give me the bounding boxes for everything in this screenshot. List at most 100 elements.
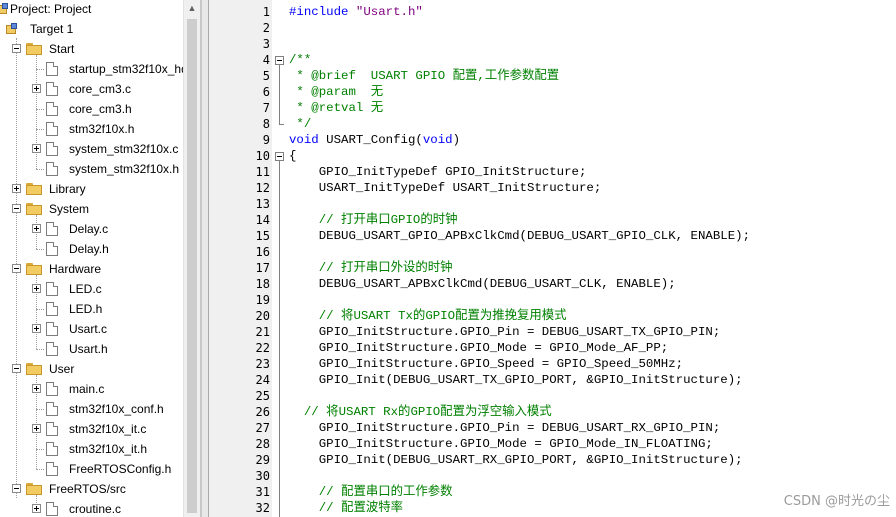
code-line[interactable]: * @brief USART GPIO 配置,工作参数配置 <box>289 68 559 84</box>
code-line[interactable]: DEBUG_USART_GPIO_APBxClkCmd(DEBUG_USART_… <box>289 228 750 244</box>
code-line[interactable]: USART_InitTypeDef USART_InitStructure; <box>289 180 602 196</box>
tree-item-user[interactable]: User <box>0 359 183 379</box>
line-number: 11 <box>255 165 270 179</box>
tree-item-label: system_stm32f10x.h <box>69 162 180 176</box>
expand-plus-icon[interactable] <box>32 284 41 293</box>
line-number: 30 <box>255 469 270 483</box>
code-line[interactable]: // 将USART Tx的GPIO配置为推挽复用模式 <box>289 308 567 324</box>
code-line[interactable]: GPIO_Init(DEBUG_USART_TX_GPIO_PORT, &GPI… <box>289 372 743 388</box>
code-line[interactable]: * @retval 无 <box>289 100 383 116</box>
code-line[interactable]: { <box>289 148 296 164</box>
tree-item-delay-h[interactable]: Delay.h <box>0 239 183 259</box>
tree-connector <box>36 169 44 170</box>
code-line[interactable]: GPIO_InitTypeDef GPIO_InitStructure; <box>289 164 587 180</box>
expand-plus-icon[interactable] <box>32 144 41 153</box>
code-line[interactable]: */ <box>289 116 311 132</box>
file-icon <box>46 222 58 236</box>
scroll-up-icon[interactable]: ▲ <box>184 0 200 17</box>
code-line[interactable]: // 打开串口GPIO的时钟 <box>289 212 458 228</box>
file-icon <box>46 322 58 336</box>
file-icon <box>46 342 58 356</box>
tree-item-led-h[interactable]: LED.h <box>0 299 183 319</box>
file-icon <box>46 282 58 296</box>
expand-plus-icon[interactable] <box>32 384 41 393</box>
tree-vertical-scrollbar[interactable]: ▲ <box>183 0 200 517</box>
code-line[interactable]: DEBUG_USART_APBxClkCmd(DEBUG_USART_CLK, … <box>289 276 676 292</box>
expand-plus-icon[interactable] <box>32 424 41 433</box>
tree-item-label: Usart.c <box>69 322 108 336</box>
code-line[interactable]: GPIO_InitStructure.GPIO_Mode = GPIO_Mode… <box>289 340 668 356</box>
watermark: CSDN @时光の尘 <box>783 494 890 509</box>
code-line[interactable]: GPIO_Init(DEBUG_USART_RX_GPIO_PORT, &GPI… <box>289 452 743 468</box>
line-number-gutter: 1 2 3 4 5 6 7 8 9 10 11 12 13 14 15 16 17 18 19 20 21 22 23 24 2… <box>209 0 272 517</box>
tree-item-library[interactable]: Library <box>0 179 183 199</box>
file-icon <box>46 442 58 456</box>
code-line[interactable]: GPIO_InitStructure.GPIO_Pin = DEBUG_USAR… <box>289 420 721 436</box>
line-number: 1 <box>262 5 270 19</box>
code-line[interactable]: // 将USART Rx的GPIO配置为浮空输入模式 <box>289 404 552 420</box>
code-line[interactable]: /** <box>289 52 311 68</box>
tree-item-stm32f10x-h[interactable]: stm32f10x.h <box>0 119 183 139</box>
tree-item-stm32f10x-it-c[interactable]: stm32f10x_it.c <box>0 419 183 439</box>
folder-icon <box>26 183 42 195</box>
collapse-minus-icon[interactable] <box>12 364 21 373</box>
code-line[interactable]: void USART_Config(void) <box>289 132 460 148</box>
code-line[interactable]: // 配置波特率 <box>289 500 403 516</box>
tree-item-main-c[interactable]: main.c <box>0 379 183 399</box>
fold-toggle-icon[interactable] <box>275 56 284 65</box>
collapse-minus-icon[interactable] <box>12 204 21 213</box>
expand-plus-icon[interactable] <box>12 184 21 193</box>
expand-plus-icon[interactable] <box>32 504 41 513</box>
tree-item-label: main.c <box>69 382 105 396</box>
line-number: 4 <box>262 53 270 67</box>
code-editor[interactable]: 1 2 3 4 5 6 7 8 9 10 11 12 13 14 15 16 17 18 19 20 21 22 23 24 2… <box>209 0 896 517</box>
line-number: 20 <box>255 309 270 323</box>
line-number: 25 <box>255 389 270 403</box>
code-line[interactable]: // 打开串口外设的时钟 <box>289 260 453 276</box>
code-line[interactable]: GPIO_InitStructure.GPIO_Speed = GPIO_Spe… <box>289 356 683 372</box>
file-icon <box>46 402 58 416</box>
tree-item-croutine-c[interactable]: croutine.c <box>0 499 183 517</box>
panel-splitter[interactable] <box>201 0 209 517</box>
line-number: 18 <box>255 277 270 291</box>
tree-item-freertos-src[interactable]: FreeRTOS/src <box>0 479 183 499</box>
code-line[interactable]: // 配置串口的工作参数 <box>289 484 453 500</box>
expand-plus-icon[interactable] <box>32 324 41 333</box>
project-panel: Project: Project Target 1 Start startup_st… <box>0 0 201 517</box>
tree-item-system-stm32f10x-c[interactable]: system_stm32f10x.c <box>0 139 183 159</box>
tree-connector <box>36 309 44 310</box>
tree-item-stm32f10x-it-h[interactable]: stm32f10x_it.h <box>0 439 183 459</box>
tree-item-stm32f10x-conf-h[interactable]: stm32f10x_conf.h <box>0 399 183 419</box>
expand-plus-icon[interactable] <box>32 224 41 233</box>
line-number: 31 <box>255 485 270 499</box>
expand-plus-icon[interactable] <box>32 84 41 93</box>
tree-item-delay-c[interactable]: Delay.c <box>0 219 183 239</box>
code-line[interactable]: GPIO_InitStructure.GPIO_Pin = DEBUG_USAR… <box>289 324 721 340</box>
tree-item-usart-h[interactable]: Usart.h <box>0 339 183 359</box>
collapse-minus-icon[interactable] <box>12 264 21 273</box>
tree-item-start[interactable]: Start <box>0 39 183 59</box>
tree-item-target-1[interactable]: Target 1 <box>0 19 183 39</box>
code-line[interactable]: GPIO_InitStructure.GPIO_Mode = GPIO_Mode… <box>289 436 713 452</box>
tree-item-core-cm3-c[interactable]: core_cm3.c <box>0 79 183 99</box>
tree-item-label: croutine.c <box>69 502 122 516</box>
tree-item-system-stm32f10x-h[interactable]: system_stm32f10x.h <box>0 159 183 179</box>
scrollbar-thumb[interactable] <box>187 19 197 513</box>
tree-item-led-c[interactable]: LED.c <box>0 279 183 299</box>
code-line[interactable]: #include "Usart.h" <box>289 4 423 20</box>
tree-connector <box>36 409 44 410</box>
folder-icon <box>26 263 42 275</box>
file-icon <box>46 502 58 516</box>
collapse-minus-icon[interactable] <box>12 484 21 493</box>
tree-item-freertosconfig-h[interactable]: FreeRTOSConfig.h <box>0 459 183 479</box>
tree-item-system[interactable]: System <box>0 199 183 219</box>
tree-item-usart-c[interactable]: Usart.c <box>0 319 183 339</box>
tree-connector <box>36 109 44 110</box>
collapse-minus-icon[interactable] <box>12 44 21 53</box>
fold-toggle-icon[interactable] <box>275 152 284 161</box>
tree-item-core-cm3-h[interactable]: core_cm3.h <box>0 99 183 119</box>
tree-item-startup-stm32f10x-hd[interactable]: startup_stm32f10x_hd <box>0 59 188 79</box>
file-icon <box>46 242 58 256</box>
code-line[interactable]: * @param 无 <box>289 84 383 100</box>
tree-item-hardware[interactable]: Hardware <box>0 259 183 279</box>
